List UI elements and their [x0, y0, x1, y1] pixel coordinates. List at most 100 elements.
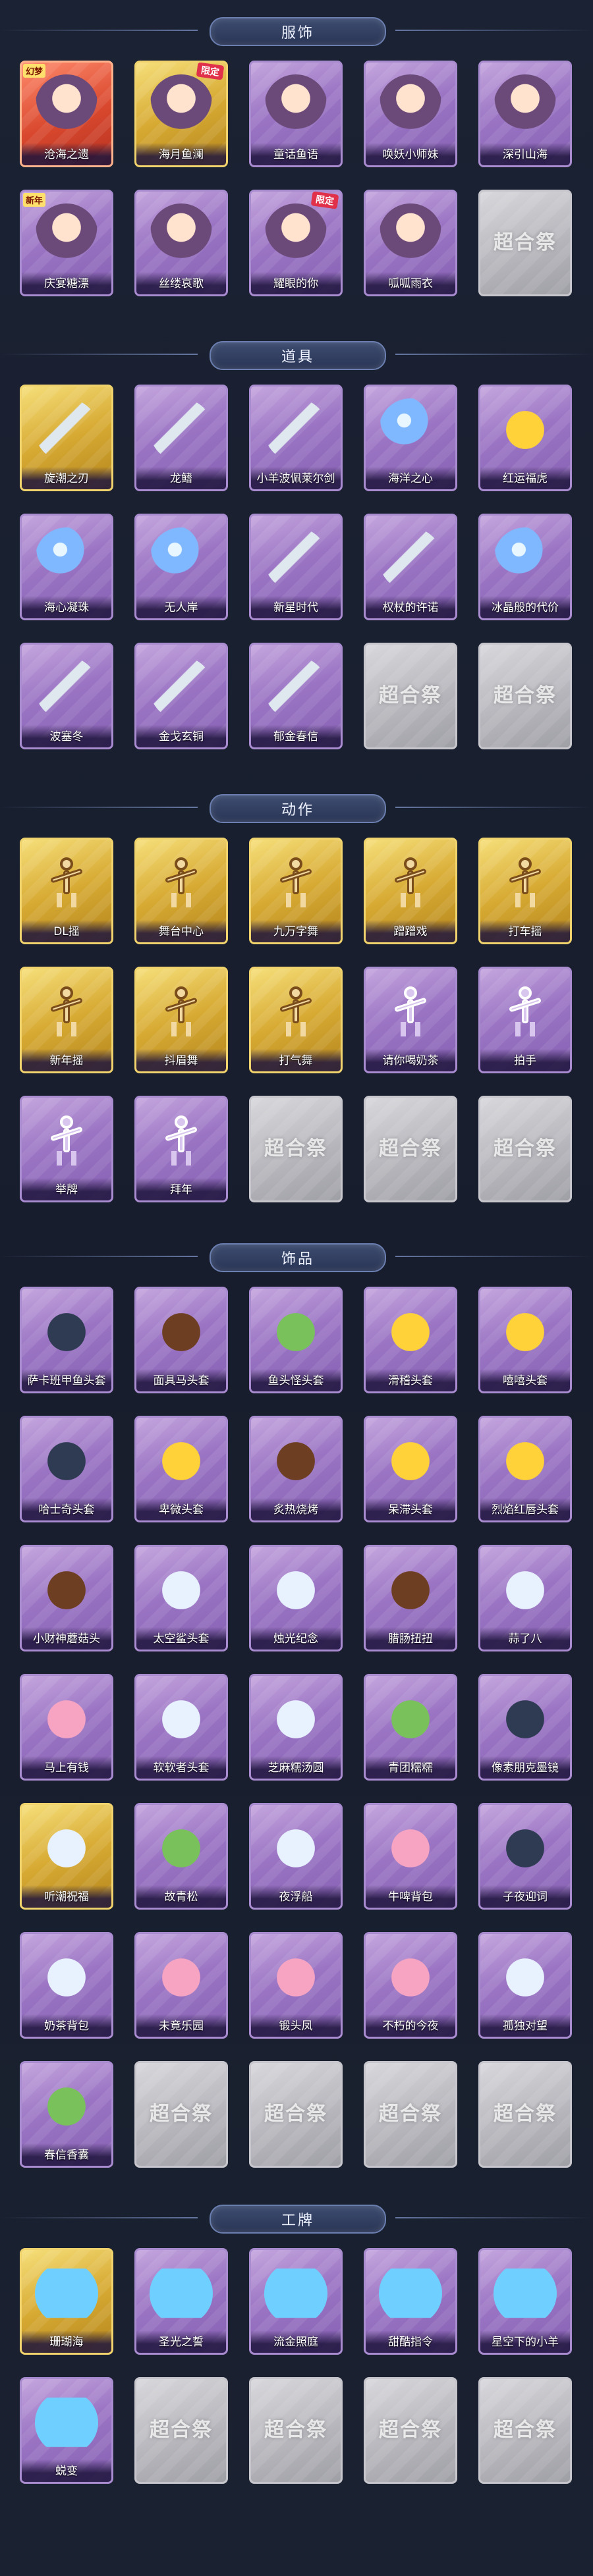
collection-item[interactable]: 请你喝奶茶 [364, 967, 457, 1073]
collection-item[interactable]: 呆滞头套 [364, 1416, 457, 1522]
portrait-item-icon [494, 74, 557, 138]
collection-item[interactable]: 星空下的小羊 [478, 2248, 572, 2355]
locked-slot[interactable]: 超合祭 [364, 2377, 457, 2484]
collection-item[interactable]: 海洋之心 [364, 385, 457, 491]
collection-item[interactable]: 牛啤背包 [364, 1803, 457, 1910]
head-item-icon [494, 398, 557, 462]
locked-slot[interactable]: 超合祭 [478, 2061, 572, 2168]
collection-item[interactable]: 卑微头套 [134, 1416, 228, 1522]
collection-item[interactable]: 芝麻糯汤圆 [249, 1674, 343, 1781]
collection-item[interactable]: 鱼头怪头套 [249, 1287, 343, 1393]
locked-slot[interactable]: 超合祭 [364, 1096, 457, 1202]
cloud-item-icon [494, 1559, 557, 1622]
locked-slot[interactable]: 超合祭 [478, 2377, 572, 2484]
collection-item[interactable]: 锻头凤 [249, 1932, 343, 2039]
collection-item[interactable]: 抖眉舞 [134, 967, 228, 1073]
locked-slot[interactable]: 超合祭 [249, 1096, 343, 1202]
collection-item[interactable]: 嘻嘻头套 [478, 1287, 572, 1393]
head-item-icon [494, 1430, 557, 1493]
collection-item[interactable]: 旋潮之刃 [20, 385, 113, 491]
collection-item[interactable]: 不朽的今夜 [364, 1932, 457, 2039]
collection-item[interactable]: 丝缕哀歌 [134, 190, 228, 296]
collection-item[interactable]: 小财神蘑菇头 [20, 1545, 113, 1651]
collection-item[interactable]: 流金照庭 [249, 2248, 343, 2355]
locked-slot[interactable]: 超合祭 [478, 190, 572, 296]
collection-item[interactable]: 奶茶背包 [20, 1932, 113, 2039]
locked-slot[interactable]: 超合祭 [364, 2061, 457, 2168]
collection-item[interactable]: 腊肠扭扭 [364, 1545, 457, 1651]
collection-item[interactable]: 九万字舞 [249, 838, 343, 944]
locked-slot[interactable]: 超合祭 [134, 2061, 228, 2168]
locked-slot[interactable]: 超合祭 [249, 2061, 343, 2168]
collection-item[interactable]: 夜浮船 [249, 1803, 343, 1910]
collection-item[interactable]: 红运福虎 [478, 385, 572, 491]
pose-icon-part [289, 857, 302, 871]
collection-item[interactable]: 金戈玄铜 [134, 643, 228, 749]
collection-item[interactable]: 无人岸 [134, 514, 228, 620]
collection-item[interactable]: 像素朋克墨镜 [478, 1674, 572, 1781]
collection-item[interactable]: 蜕变 [20, 2377, 113, 2484]
collection-item[interactable]: 拜年 [134, 1096, 228, 1202]
collection-item[interactable]: 哈士奇头套 [20, 1416, 113, 1522]
collection-item[interactable]: 未竟乐园 [134, 1932, 228, 2039]
collection-item[interactable]: 限定 耀眼的你 [249, 190, 343, 296]
brown-item-icon [379, 1559, 442, 1622]
collection-item[interactable]: 太空鲨头套 [134, 1545, 228, 1651]
collection-item[interactable]: 打车摇 [478, 838, 572, 944]
collection-item[interactable]: 权杖的许诺 [364, 514, 457, 620]
collection-item[interactable]: 新年 庆宴糖漂 [20, 190, 113, 296]
collection-item[interactable]: 举牌 [20, 1096, 113, 1202]
item-name: 故青松 [136, 1885, 226, 1908]
collection-item[interactable]: DL摇 [20, 838, 113, 944]
tool-item-icon [264, 527, 327, 591]
section-header: 工牌 [0, 2199, 593, 2236]
collection-item[interactable]: 拍手 [478, 967, 572, 1073]
collection-item[interactable]: 新年摇 [20, 967, 113, 1073]
collection-item[interactable]: 郁金春信 [249, 643, 343, 749]
collection-item[interactable]: 海心凝珠 [20, 514, 113, 620]
collection-item[interactable]: 子夜迎词 [478, 1803, 572, 1910]
collection-item[interactable]: 软软者头套 [134, 1674, 228, 1781]
collection-item[interactable]: 新星时代 [249, 514, 343, 620]
item-name: 星空下的小羊 [480, 2330, 570, 2353]
collection-item[interactable]: 故青松 [134, 1803, 228, 1910]
collection-item[interactable]: 唤妖小师妹 [364, 61, 457, 167]
collection-item[interactable]: 波塞冬 [20, 643, 113, 749]
collection-item[interactable]: 珊瑚海 [20, 2248, 113, 2355]
collection-item[interactable]: 圣光之誓 [134, 2248, 228, 2355]
collection-item[interactable]: 甜酷指令 [364, 2248, 457, 2355]
collection-item[interactable]: 打气舞 [249, 967, 343, 1073]
portrait-item-icon [150, 74, 213, 138]
collection-item[interactable]: 萨卡班甲鱼头套 [20, 1287, 113, 1393]
collection-item[interactable]: 面具马头套 [134, 1287, 228, 1393]
collection-item[interactable]: 春信香囊 [20, 2061, 113, 2168]
item-name: 呆滞头套 [366, 1498, 455, 1520]
collection-item[interactable]: 童话鱼语 [249, 61, 343, 167]
collection-item[interactable]: 蹭蹭戏 [364, 838, 457, 944]
collection-item[interactable]: 孤独对望 [478, 1932, 572, 2039]
portrait-item-icon [35, 74, 98, 138]
pose-icon-part [60, 1115, 73, 1129]
locked-slot[interactable]: 超合祭 [478, 1096, 572, 1202]
collection-item[interactable]: 青团糯糯 [364, 1674, 457, 1781]
collection-item[interactable]: 深引山海 [478, 61, 572, 167]
locked-slot[interactable]: 超合祭 [364, 643, 457, 749]
locked-slot[interactable]: 超合祭 [478, 643, 572, 749]
collection-item[interactable]: 滑稽头套 [364, 1287, 457, 1393]
collection-item[interactable]: 马上有钱 [20, 1674, 113, 1781]
locked-slot[interactable]: 超合祭 [134, 2377, 228, 2484]
collection-item[interactable]: 幻梦 沧海之遗 [20, 61, 113, 167]
collection-item[interactable]: 限定 海月鱼澜 [134, 61, 228, 167]
collection-item[interactable]: 炙热烧烤 [249, 1416, 343, 1522]
collection-item[interactable]: 冰晶般的代价 [478, 514, 572, 620]
collection-item[interactable]: 舞台中心 [134, 838, 228, 944]
collection-item[interactable]: 呱呱雨衣 [364, 190, 457, 296]
collection-item[interactable]: 龙鳍 [134, 385, 228, 491]
collection-item[interactable]: 听潮祝福 [20, 1803, 113, 1910]
collection-item[interactable]: 烈焰红唇头套 [478, 1416, 572, 1522]
collection-item[interactable]: 烛光纪念 [249, 1545, 343, 1651]
collection-item[interactable]: 蒜了八 [478, 1545, 572, 1651]
collection-item[interactable]: 小羊波佩莱尔剑 [249, 385, 343, 491]
portrait-item-icon [264, 203, 327, 267]
locked-slot[interactable]: 超合祭 [249, 2377, 343, 2484]
